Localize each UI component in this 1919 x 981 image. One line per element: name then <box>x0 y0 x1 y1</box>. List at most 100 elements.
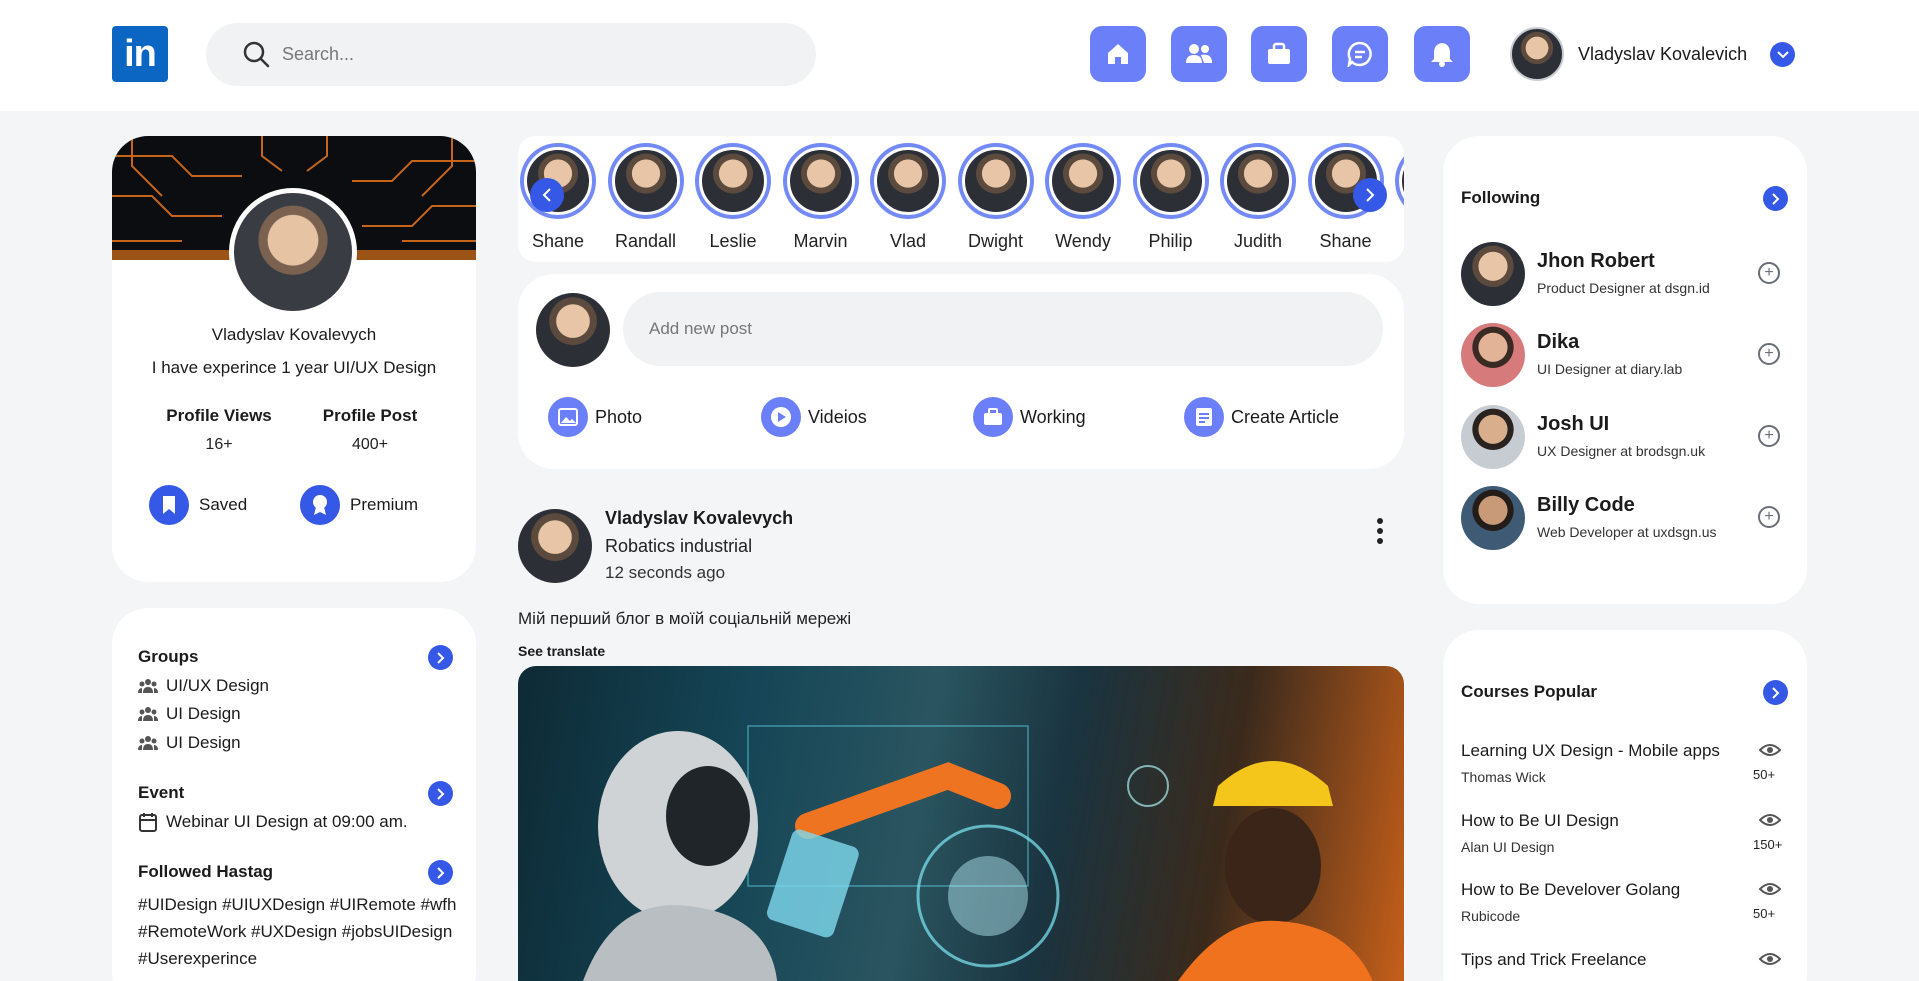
saved-button[interactable]: Saved <box>149 485 247 525</box>
hashtag-arrow-button[interactable] <box>428 860 453 885</box>
nav-network-button[interactable] <box>1171 26 1227 82</box>
group-item[interactable]: UI/UX Design <box>138 676 269 696</box>
sidebar-card: Groups UI/UX Design UI Design UI Design … <box>112 608 476 981</box>
avatar <box>1461 242 1525 306</box>
post-text: Мій перший блог в моїй соціальній мережі <box>518 609 852 628</box>
story-item[interactable]: Vlad <box>870 143 946 252</box>
following-item[interactable]: Dika UI Designer at diary.lab <box>1461 323 1761 387</box>
chevron-right-icon <box>1771 192 1779 205</box>
following-item[interactable]: Billy Code Web Developer at uxdsgn.us <box>1461 486 1761 550</box>
story-item[interactable]: Philip <box>1132 143 1209 252</box>
linkedin-logo[interactable]: in <box>112 26 168 82</box>
nav-home-button[interactable] <box>1090 26 1146 82</box>
avatar <box>699 147 767 215</box>
courses-arrow-button[interactable] <box>1763 680 1788 705</box>
course-title: Tips and Trick Freelance <box>1461 949 1647 969</box>
chevron-right-icon <box>436 866 444 879</box>
premium-label: Premium <box>350 495 419 514</box>
groups-arrow-button[interactable] <box>428 645 453 670</box>
user-menu[interactable]: Vladyslav Kovalevich <box>1510 27 1747 81</box>
group-name: UI Design <box>166 704 241 723</box>
groups-title: Groups <box>138 647 199 666</box>
nav-jobs-button[interactable] <box>1251 26 1307 82</box>
following-title: Following <box>1461 188 1541 207</box>
top-bar: in Vladyslav Kovalevich <box>0 0 1919 111</box>
search-bar[interactable] <box>206 23 816 86</box>
new-post-input[interactable] <box>623 292 1383 366</box>
chevron-left-icon <box>542 188 551 202</box>
post-time: 12 seconds ago <box>605 563 726 582</box>
user-name: Vladyslav Kovalevich <box>1578 43 1748 64</box>
story-item[interactable] <box>1395 143 1404 219</box>
image-icon <box>558 408 578 426</box>
following-item[interactable]: Jhon Robert Product Designer at dsgn.id <box>1461 242 1761 306</box>
working-button[interactable]: Working <box>973 397 1086 437</box>
see-translate-link[interactable]: See translate <box>518 643 605 659</box>
videos-label: Videios <box>808 406 867 427</box>
stories-next-button[interactable] <box>1353 178 1387 212</box>
story-item[interactable]: Randall <box>607 143 684 252</box>
following-name: Jhon Robert <box>1537 250 1655 272</box>
videos-button[interactable]: Videios <box>761 397 867 437</box>
eye-icon <box>1759 952 1781 965</box>
course-item[interactable]: Learning UX Design - Mobile apps Thomas W… <box>1461 741 1781 785</box>
follow-add-button[interactable]: + <box>1758 506 1780 528</box>
create-article-button[interactable]: Create Article <box>1184 397 1339 437</box>
photo-label: Photo <box>595 406 643 427</box>
chevron-right-icon <box>1771 686 1779 699</box>
following-item[interactable]: Josh UI UX Designer at brodsgn.uk <box>1461 405 1761 469</box>
following-name: Billy Code <box>1537 494 1635 516</box>
following-name: Dika <box>1537 331 1580 353</box>
group-item[interactable]: UI Design <box>138 733 241 753</box>
following-arrow-button[interactable] <box>1763 186 1788 211</box>
stories-prev-button[interactable] <box>530 178 564 212</box>
avatar <box>1461 323 1525 387</box>
follow-add-button[interactable]: + <box>1758 262 1780 284</box>
course-item[interactable]: How to Be Develover Golang Rubicode 50+ <box>1461 880 1781 924</box>
story-item[interactable]: Dwight <box>957 143 1034 252</box>
follow-add-button[interactable]: + <box>1758 425 1780 447</box>
profile-name[interactable]: Vladyslav Kovalevych <box>112 325 476 345</box>
hashtag-list[interactable]: #UIDesign #UIUXDesign #UIRemote #wfh #Re… <box>138 891 458 972</box>
avatar <box>611 147 680 215</box>
avatar <box>961 147 1030 215</box>
stat-value: 16+ <box>205 436 233 453</box>
nav-messaging-button[interactable] <box>1332 26 1388 82</box>
avatar <box>874 147 942 215</box>
calendar-icon <box>139 813 157 832</box>
robot-illustration <box>583 725 1373 981</box>
story-item[interactable]: Judith <box>1220 143 1296 252</box>
group-item[interactable]: UI Design <box>138 704 241 724</box>
story-item[interactable]: Leslie <box>695 143 771 252</box>
course-item[interactable]: How to Be UI Design Alan UI Design 150+ <box>1461 811 1782 855</box>
nav-notifications-button[interactable] <box>1414 26 1470 82</box>
profile-views-stat[interactable]: Profile Views 16+ <box>149 406 289 454</box>
group-name: UI Design <box>166 733 241 752</box>
avatar <box>536 293 610 367</box>
profile-avatar[interactable] <box>229 188 357 316</box>
post-author-avatar[interactable] <box>518 509 592 583</box>
avatar <box>786 147 855 215</box>
create-article-label: Create Article <box>1231 406 1340 427</box>
event-arrow-button[interactable] <box>428 781 453 806</box>
post-menu-button[interactable] <box>1376 518 1386 549</box>
premium-button[interactable]: Premium <box>300 485 418 525</box>
search-input[interactable] <box>282 39 782 69</box>
profile-post-stat[interactable]: Profile Post 400+ <box>300 406 440 454</box>
story-name: Shane <box>531 231 585 251</box>
post-image[interactable] <box>518 666 1404 981</box>
course-title: Learning UX Design - Mobile apps <box>1461 741 1720 760</box>
article-icon <box>1196 408 1212 426</box>
following-role: UX Designer at brodsgn.uk <box>1537 443 1706 459</box>
course-item[interactable]: Tips and Trick Freelance <box>1461 950 1781 978</box>
post-author-name[interactable]: Vladyslav Kovalevych <box>605 508 793 529</box>
story-item[interactable]: Wendy <box>1045 143 1121 252</box>
follow-add-button[interactable]: + <box>1758 343 1780 365</box>
event-item[interactable]: Webinar UI Design at 09:00 am. <box>138 812 408 832</box>
message-icon <box>1347 41 1372 67</box>
photo-button[interactable]: Photo <box>548 397 642 437</box>
group-icon <box>138 679 158 693</box>
user-menu-toggle[interactable] <box>1770 42 1795 67</box>
story-item[interactable]: Marvin <box>782 143 859 252</box>
profile-bio: I have experince 1 year UI/UX Design <box>151 358 437 377</box>
